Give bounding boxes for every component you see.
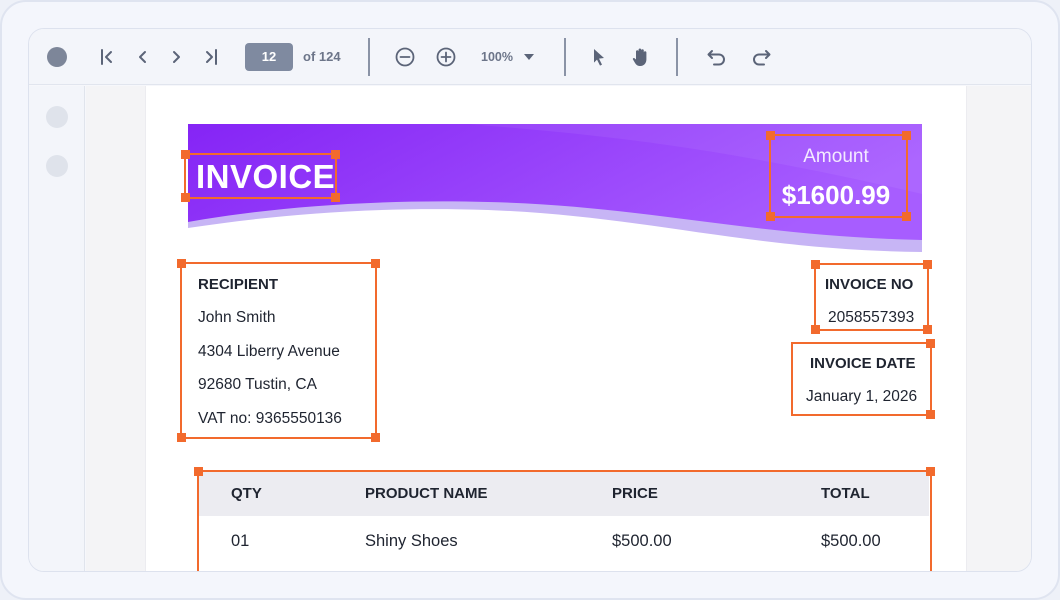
toolbar-divider (676, 38, 678, 76)
menu-icon[interactable] (47, 47, 67, 67)
thumbnail-sidebar (29, 86, 85, 571)
next-page-icon[interactable] (162, 29, 190, 85)
invoice-date-value: January 1, 2026 (806, 388, 918, 405)
sidebar-thumbnail[interactable] (46, 155, 68, 177)
first-page-icon[interactable] (93, 29, 121, 85)
column-header-price: PRICE (612, 485, 658, 502)
table-cell-price: $500.00 (612, 532, 672, 550)
recipient-street: 4304 Liberry Avenue (198, 343, 340, 360)
zoom-out-icon[interactable] (391, 29, 419, 85)
column-header-qty: QTY (231, 485, 262, 502)
recipient-vat: VAT no: 9365550136 (198, 410, 342, 427)
column-header-total: TOTAL (821, 485, 870, 502)
pdf-viewer-window: of 124 100% (28, 28, 1032, 572)
sidebar-thumbnail[interactable] (46, 106, 68, 128)
pointer-icon[interactable] (585, 29, 613, 85)
table-cell-product: Shiny Shoes (365, 532, 458, 550)
invoice-date-label: INVOICE DATE (810, 355, 916, 372)
selection-box-amount[interactable] (766, 131, 911, 221)
prev-page-icon[interactable] (129, 29, 157, 85)
column-header-product: PRODUCT NAME (365, 485, 488, 502)
zoom-level-dropdown[interactable]: 100% (481, 29, 513, 85)
table-cell-qty: 01 (231, 532, 250, 550)
recipient-city: 92680 Tustin, CA (198, 376, 317, 393)
toolbar: of 124 100% (29, 29, 1031, 85)
chevron-down-icon[interactable] (519, 29, 539, 85)
undo-icon[interactable] (702, 29, 732, 85)
recipient-heading: RECIPIENT (198, 276, 279, 293)
invoice-no-value: 2058557393 (828, 309, 915, 326)
toolbar-divider (368, 38, 370, 76)
table-cell-total: $500.00 (821, 532, 881, 550)
invoice-no-label: INVOICE NO (825, 276, 914, 293)
document-canvas: INVOICE Amount $1600.99 RECIPIENT John S… (86, 86, 1031, 571)
invoice-page: INVOICE Amount $1600.99 RECIPIENT John S… (145, 86, 967, 571)
page-total-label: of 124 (303, 49, 341, 64)
recipient-name: John Smith (198, 309, 276, 326)
zoom-in-icon[interactable] (432, 29, 460, 85)
toolbar-divider (564, 38, 566, 76)
hand-icon[interactable] (626, 29, 656, 85)
last-page-icon[interactable] (197, 29, 225, 85)
page-number-input[interactable] (245, 43, 293, 71)
selection-box-title[interactable] (181, 150, 340, 202)
redo-icon[interactable] (746, 29, 776, 85)
